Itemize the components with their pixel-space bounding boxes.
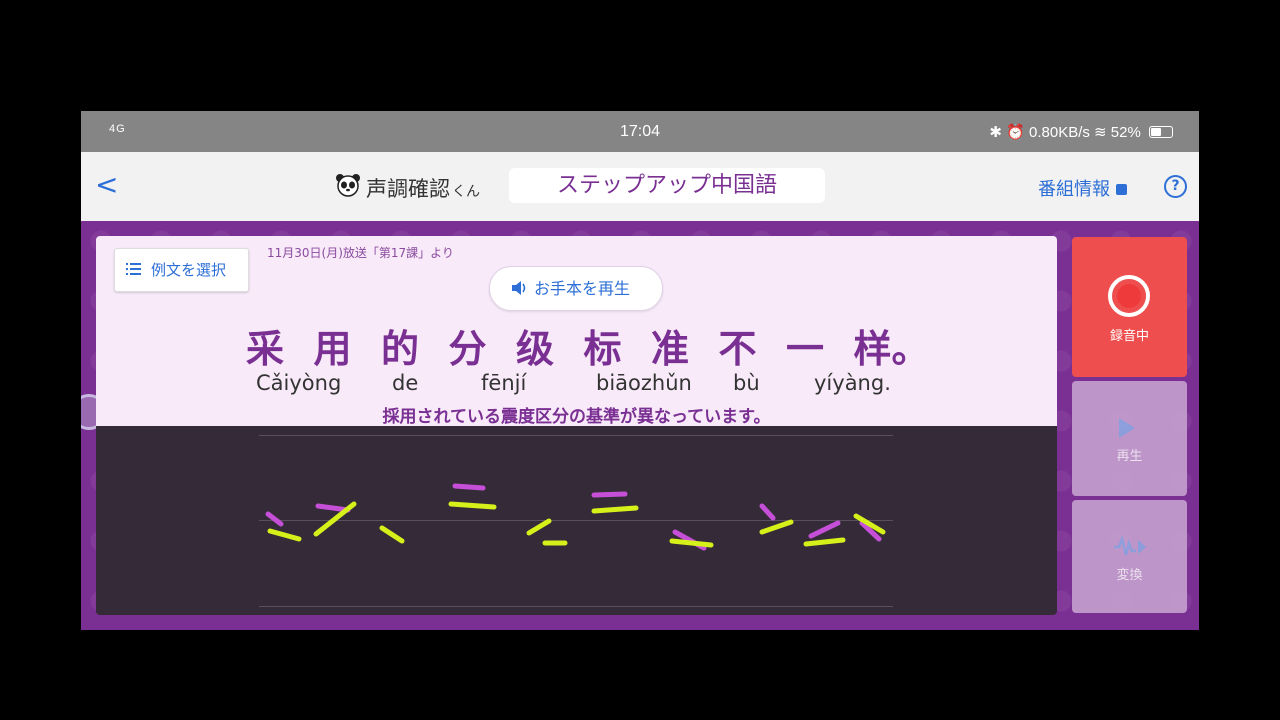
wifi-icon: ≋ bbox=[1094, 124, 1107, 141]
hanzi-char: 用 bbox=[313, 327, 352, 371]
back-button[interactable]: < bbox=[95, 168, 118, 201]
convert-button[interactable]: 変換 bbox=[1072, 500, 1187, 613]
hanzi-char: 标 bbox=[583, 327, 622, 371]
play-icon bbox=[1119, 418, 1135, 438]
nav-bar: < 声調確認 くん ステップアップ中国語 番組情報 ? bbox=[81, 152, 1199, 221]
app-screen: 4G 17:04 ✱ ⏰ 0.80KB/s ≋ 52% < 声調確認 くん ステッ… bbox=[81, 111, 1199, 630]
program-info-link[interactable]: 番組情報 bbox=[1038, 175, 1127, 201]
user-contour bbox=[379, 525, 405, 544]
japanese-translation: 採用されている震度区分の基準が異なっています。 bbox=[382, 407, 771, 427]
network-speed: 0.80KB/s bbox=[1029, 124, 1090, 141]
status-right: ✱ ⏰ 0.80KB/s ≋ 52% bbox=[989, 123, 1173, 141]
pitch-contours bbox=[265, 483, 886, 551]
select-sentence-button[interactable]: 例文を選択 bbox=[114, 248, 249, 292]
user-contour bbox=[759, 519, 794, 535]
status-bar: 4G 17:04 ✱ ⏰ 0.80KB/s ≋ 52% bbox=[81, 111, 1199, 152]
external-link-icon bbox=[1116, 184, 1127, 195]
user-contour bbox=[448, 501, 497, 510]
record-label: 録音中 bbox=[1109, 329, 1149, 344]
playback-button[interactable]: 再生 bbox=[1072, 381, 1187, 496]
pinyin-word: bù bbox=[733, 371, 760, 395]
pinyin-word: Cǎiyòng bbox=[256, 371, 342, 395]
pinyin-word: yíyàng. bbox=[814, 371, 891, 395]
hanzi-char: 不 bbox=[718, 327, 757, 371]
pinyin-word: biāozhǔn bbox=[596, 371, 692, 395]
user-contour bbox=[526, 518, 552, 536]
hanzi-char: 级 bbox=[516, 327, 555, 371]
user-contour bbox=[267, 528, 302, 542]
pinyin-word: fēnjí bbox=[481, 371, 527, 395]
user-contour bbox=[591, 505, 639, 514]
speaker-icon bbox=[512, 281, 526, 295]
hanzi-char: 样。 bbox=[853, 327, 930, 371]
battery-icon bbox=[1149, 126, 1173, 138]
alarm-icon: ⏰ bbox=[1006, 124, 1025, 141]
model-contour bbox=[808, 520, 841, 539]
chevron-left-icon: < bbox=[95, 168, 119, 201]
program-title: ステップアップ中国語 bbox=[509, 168, 825, 203]
pitch-graph bbox=[96, 426, 1057, 615]
play-model-button[interactable]: お手本を再生 bbox=[489, 266, 663, 311]
convert-label: 変換 bbox=[1116, 568, 1143, 583]
record-button[interactable]: 録音中 bbox=[1072, 237, 1187, 377]
chinese-sentence: 采用的分级标准不一样。 bbox=[246, 318, 930, 373]
model-contour bbox=[265, 511, 284, 527]
hanzi-char: 的 bbox=[381, 327, 420, 371]
model-contour bbox=[591, 491, 628, 498]
battery-level: 52% bbox=[1110, 124, 1141, 141]
list-icon bbox=[126, 263, 141, 275]
waveform-icon bbox=[1114, 535, 1146, 556]
user-contour bbox=[669, 538, 714, 548]
hanzi-char: 分 bbox=[448, 327, 487, 371]
record-icon bbox=[1108, 275, 1150, 317]
pinyin-word: de bbox=[392, 371, 419, 395]
panda-icon bbox=[336, 174, 360, 197]
hanzi-char: 采 bbox=[246, 327, 285, 371]
help-button[interactable]: ? bbox=[1164, 175, 1187, 198]
sentence-card: 例文を選択 11月30日(月)放送「第17課」より お手本を再生 采用的分级标准… bbox=[96, 236, 1057, 427]
app-title: 声調確認 くん bbox=[366, 177, 480, 201]
hanzi-char: 一 bbox=[786, 327, 825, 371]
model-contour bbox=[452, 483, 486, 491]
broadcast-date: 11月30日(月)放送「第17課」より bbox=[267, 246, 454, 260]
model-contour bbox=[759, 503, 776, 521]
bluetooth-icon: ✱ bbox=[989, 124, 1002, 141]
playback-label: 再生 bbox=[1116, 449, 1143, 464]
hanzi-char: 准 bbox=[651, 327, 690, 371]
user-contour bbox=[803, 537, 846, 547]
